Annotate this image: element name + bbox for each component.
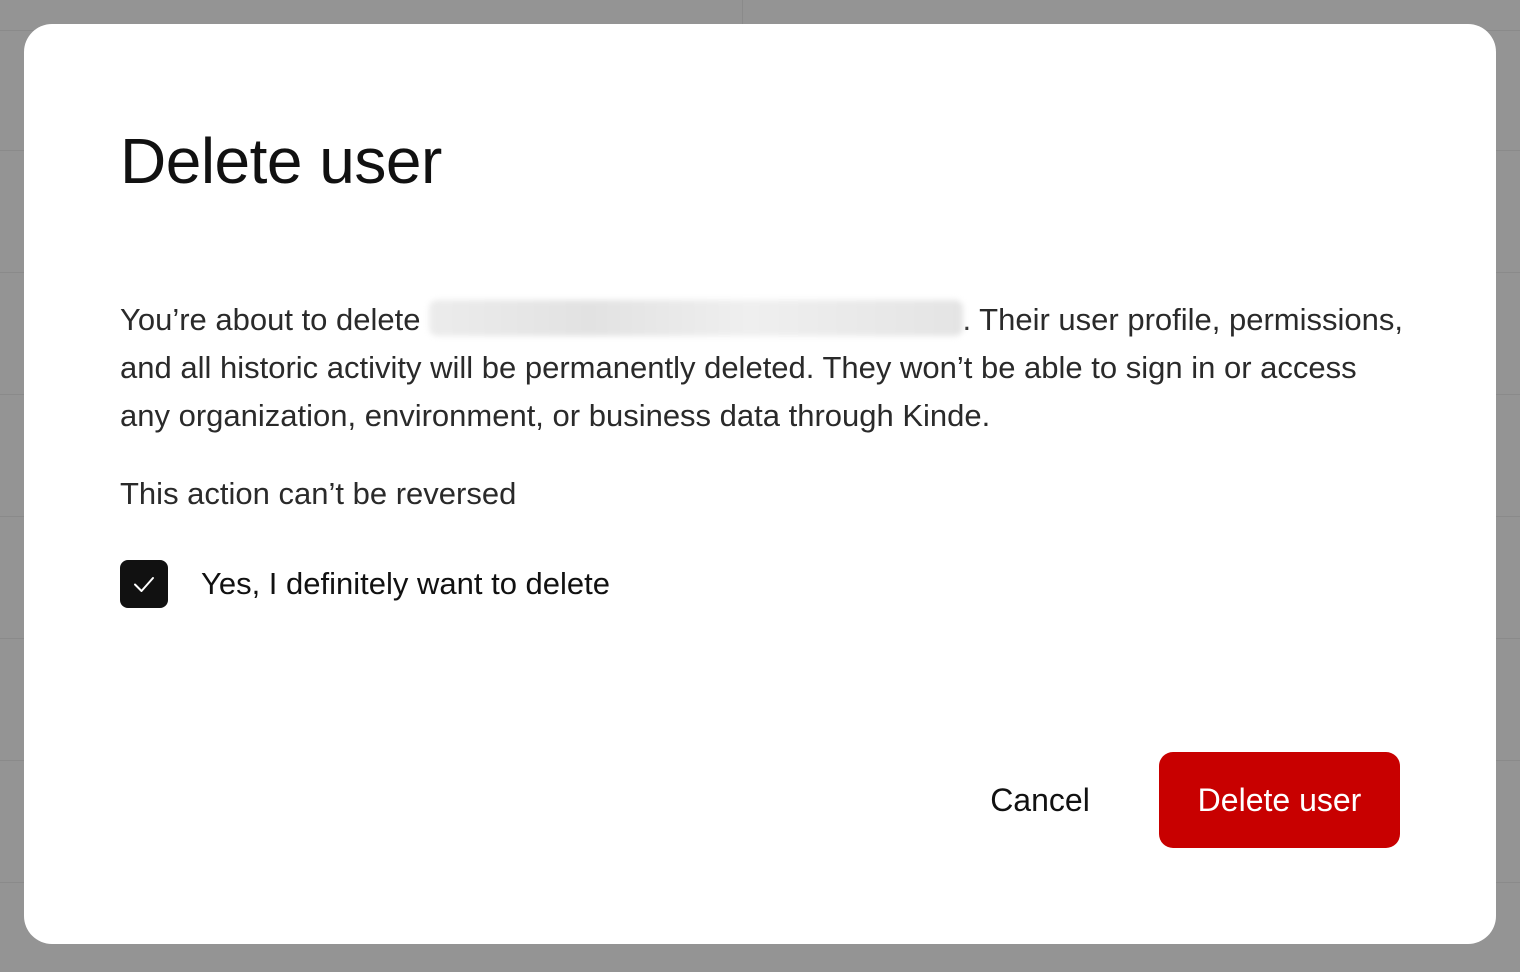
check-icon (134, 577, 154, 592)
cancel-button[interactable]: Cancel (968, 752, 1112, 848)
confirm-delete-label: Yes, I definitely want to delete (201, 566, 611, 601)
delete-user-dialog: Delete user You’re about to delete. Thei… (24, 24, 1496, 944)
dialog-title: Delete user (120, 125, 442, 197)
delete-user-button[interactable]: Delete user (1159, 752, 1400, 848)
confirm-delete-checkbox[interactable] (120, 560, 168, 608)
redacted-user-identifier (428, 300, 963, 336)
confirm-delete-checkbox-row[interactable]: Yes, I definitely want to delete (120, 560, 610, 608)
dialog-description: You’re about to delete. Their user profi… (120, 296, 1410, 440)
irreversible-warning: This action can’t be reversed (120, 476, 517, 511)
description-prefix: You’re about to delete (120, 302, 421, 337)
